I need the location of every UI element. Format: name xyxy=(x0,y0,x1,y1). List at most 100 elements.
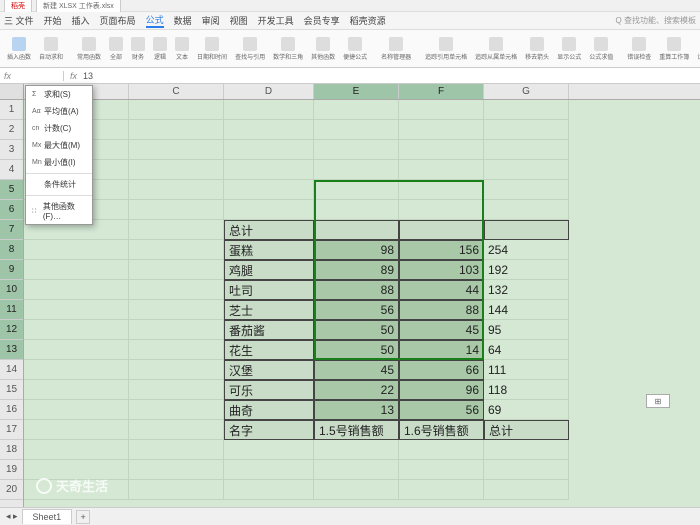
cell[interactable] xyxy=(224,120,314,140)
cell[interactable]: 64 xyxy=(484,340,569,360)
cell[interactable] xyxy=(129,380,224,400)
cell[interactable] xyxy=(224,440,314,460)
cell[interactable] xyxy=(314,180,399,200)
row-header[interactable]: 1 xyxy=(0,100,23,120)
cell[interactable] xyxy=(24,400,129,420)
cell[interactable]: 44 xyxy=(399,280,484,300)
cell[interactable]: 番茄酱 xyxy=(224,320,314,340)
dropdown-item[interactable]: Mx最大值(M) xyxy=(26,137,92,154)
sheet-tab-nav[interactable]: ◂ ▸ xyxy=(6,511,18,522)
dropdown-item[interactable]: Mn最小值(I) xyxy=(26,154,92,171)
cell[interactable] xyxy=(24,320,129,340)
cell[interactable] xyxy=(224,480,314,500)
cell[interactable] xyxy=(484,140,569,160)
cell[interactable] xyxy=(129,340,224,360)
cell[interactable] xyxy=(399,440,484,460)
cell[interactable] xyxy=(399,100,484,120)
cell[interactable] xyxy=(129,140,224,160)
column-header[interactable]: F xyxy=(399,84,484,99)
cell[interactable] xyxy=(484,480,569,500)
dropdown-item[interactable]: 条件统计 xyxy=(26,176,92,193)
cell[interactable]: 蛋糕 xyxy=(224,240,314,260)
menu-item[interactable]: 稻壳资源 xyxy=(350,14,386,27)
cell[interactable] xyxy=(224,180,314,200)
cell[interactable] xyxy=(484,460,569,480)
ribbon-button[interactable]: 便捷公式 xyxy=(340,35,370,63)
cell[interactable] xyxy=(399,480,484,500)
row-header[interactable]: 6 xyxy=(0,200,23,220)
cell[interactable] xyxy=(399,120,484,140)
cell[interactable] xyxy=(224,100,314,120)
cell[interactable] xyxy=(129,360,224,380)
cell[interactable] xyxy=(314,460,399,480)
menu-item[interactable]: 审阅 xyxy=(202,14,220,27)
ribbon-button[interactable]: 追踪从属单元格 xyxy=(472,35,520,63)
row-header[interactable]: 13 xyxy=(0,340,23,360)
cell[interactable] xyxy=(314,220,399,240)
cell[interactable] xyxy=(314,100,399,120)
row-header[interactable]: 5 xyxy=(0,180,23,200)
cell[interactable] xyxy=(129,460,224,480)
cell[interactable]: 可乐 xyxy=(224,380,314,400)
cell[interactable] xyxy=(129,120,224,140)
cell[interactable] xyxy=(24,340,129,360)
cell[interactable] xyxy=(399,220,484,240)
cell[interactable]: 芝士 xyxy=(224,300,314,320)
menu-item[interactable]: 公式 xyxy=(146,13,164,28)
row-header[interactable]: 16 xyxy=(0,400,23,420)
cell[interactable]: 14 xyxy=(399,340,484,360)
column-header[interactable]: D xyxy=(224,84,314,99)
cell[interactable]: 144 xyxy=(484,300,569,320)
cell[interactable] xyxy=(129,260,224,280)
cell[interactable] xyxy=(224,200,314,220)
ribbon-button[interactable]: 文本 xyxy=(172,35,192,63)
row-header[interactable]: 2 xyxy=(0,120,23,140)
menu-item[interactable]: 开始 xyxy=(44,14,62,27)
cell[interactable]: 1.6号销售额 xyxy=(399,420,484,440)
cell[interactable]: 50 xyxy=(314,340,399,360)
menu-item[interactable]: 数据 xyxy=(174,14,192,27)
cell[interactable] xyxy=(129,180,224,200)
ribbon-button[interactable]: 查找与引用 xyxy=(232,35,268,63)
cell[interactable] xyxy=(314,480,399,500)
row-header[interactable]: 12 xyxy=(0,320,23,340)
cell[interactable] xyxy=(24,300,129,320)
cell[interactable] xyxy=(24,420,129,440)
cell[interactable]: 89 xyxy=(314,260,399,280)
cell[interactable]: 88 xyxy=(314,280,399,300)
menu-item[interactable]: 页面布局 xyxy=(100,14,136,27)
cell[interactable]: 254 xyxy=(484,240,569,260)
cell[interactable] xyxy=(129,220,224,240)
dropdown-item[interactable]: Σ求和(S) xyxy=(26,86,92,103)
cell[interactable] xyxy=(24,280,129,300)
menu-item[interactable]: 插入 xyxy=(72,14,90,27)
cell[interactable]: 名字 xyxy=(224,420,314,440)
cell[interactable]: 总计 xyxy=(224,220,314,240)
cell[interactable]: 45 xyxy=(314,360,399,380)
row-header[interactable]: 18 xyxy=(0,440,23,460)
ribbon-button[interactable]: 日期和时间 xyxy=(194,35,230,63)
cell[interactable]: 22 xyxy=(314,380,399,400)
ribbon-button[interactable]: 常用函数 xyxy=(74,35,104,63)
cell[interactable] xyxy=(399,140,484,160)
row-header[interactable]: 7 xyxy=(0,220,23,240)
select-all-corner[interactable] xyxy=(0,84,24,99)
cell[interactable]: 曲奇 xyxy=(224,400,314,420)
dropdown-item[interactable]: Aα平均值(A) xyxy=(26,103,92,120)
cell[interactable] xyxy=(129,320,224,340)
cell[interactable] xyxy=(484,120,569,140)
cell[interactable]: 95 xyxy=(484,320,569,340)
cell[interactable] xyxy=(129,100,224,120)
cell[interactable] xyxy=(224,140,314,160)
cell[interactable]: 96 xyxy=(399,380,484,400)
row-header[interactable]: 9 xyxy=(0,260,23,280)
search-box[interactable]: Q 查找功能、搜索模板 xyxy=(616,15,696,26)
cell[interactable]: 103 xyxy=(399,260,484,280)
cell[interactable]: 50 xyxy=(314,320,399,340)
cell[interactable] xyxy=(24,440,129,460)
cell[interactable] xyxy=(484,180,569,200)
cell[interactable]: 88 xyxy=(399,300,484,320)
add-sheet-button[interactable]: + xyxy=(76,510,90,524)
cell[interactable] xyxy=(24,380,129,400)
menu-item[interactable]: 三 文件 xyxy=(4,14,34,27)
